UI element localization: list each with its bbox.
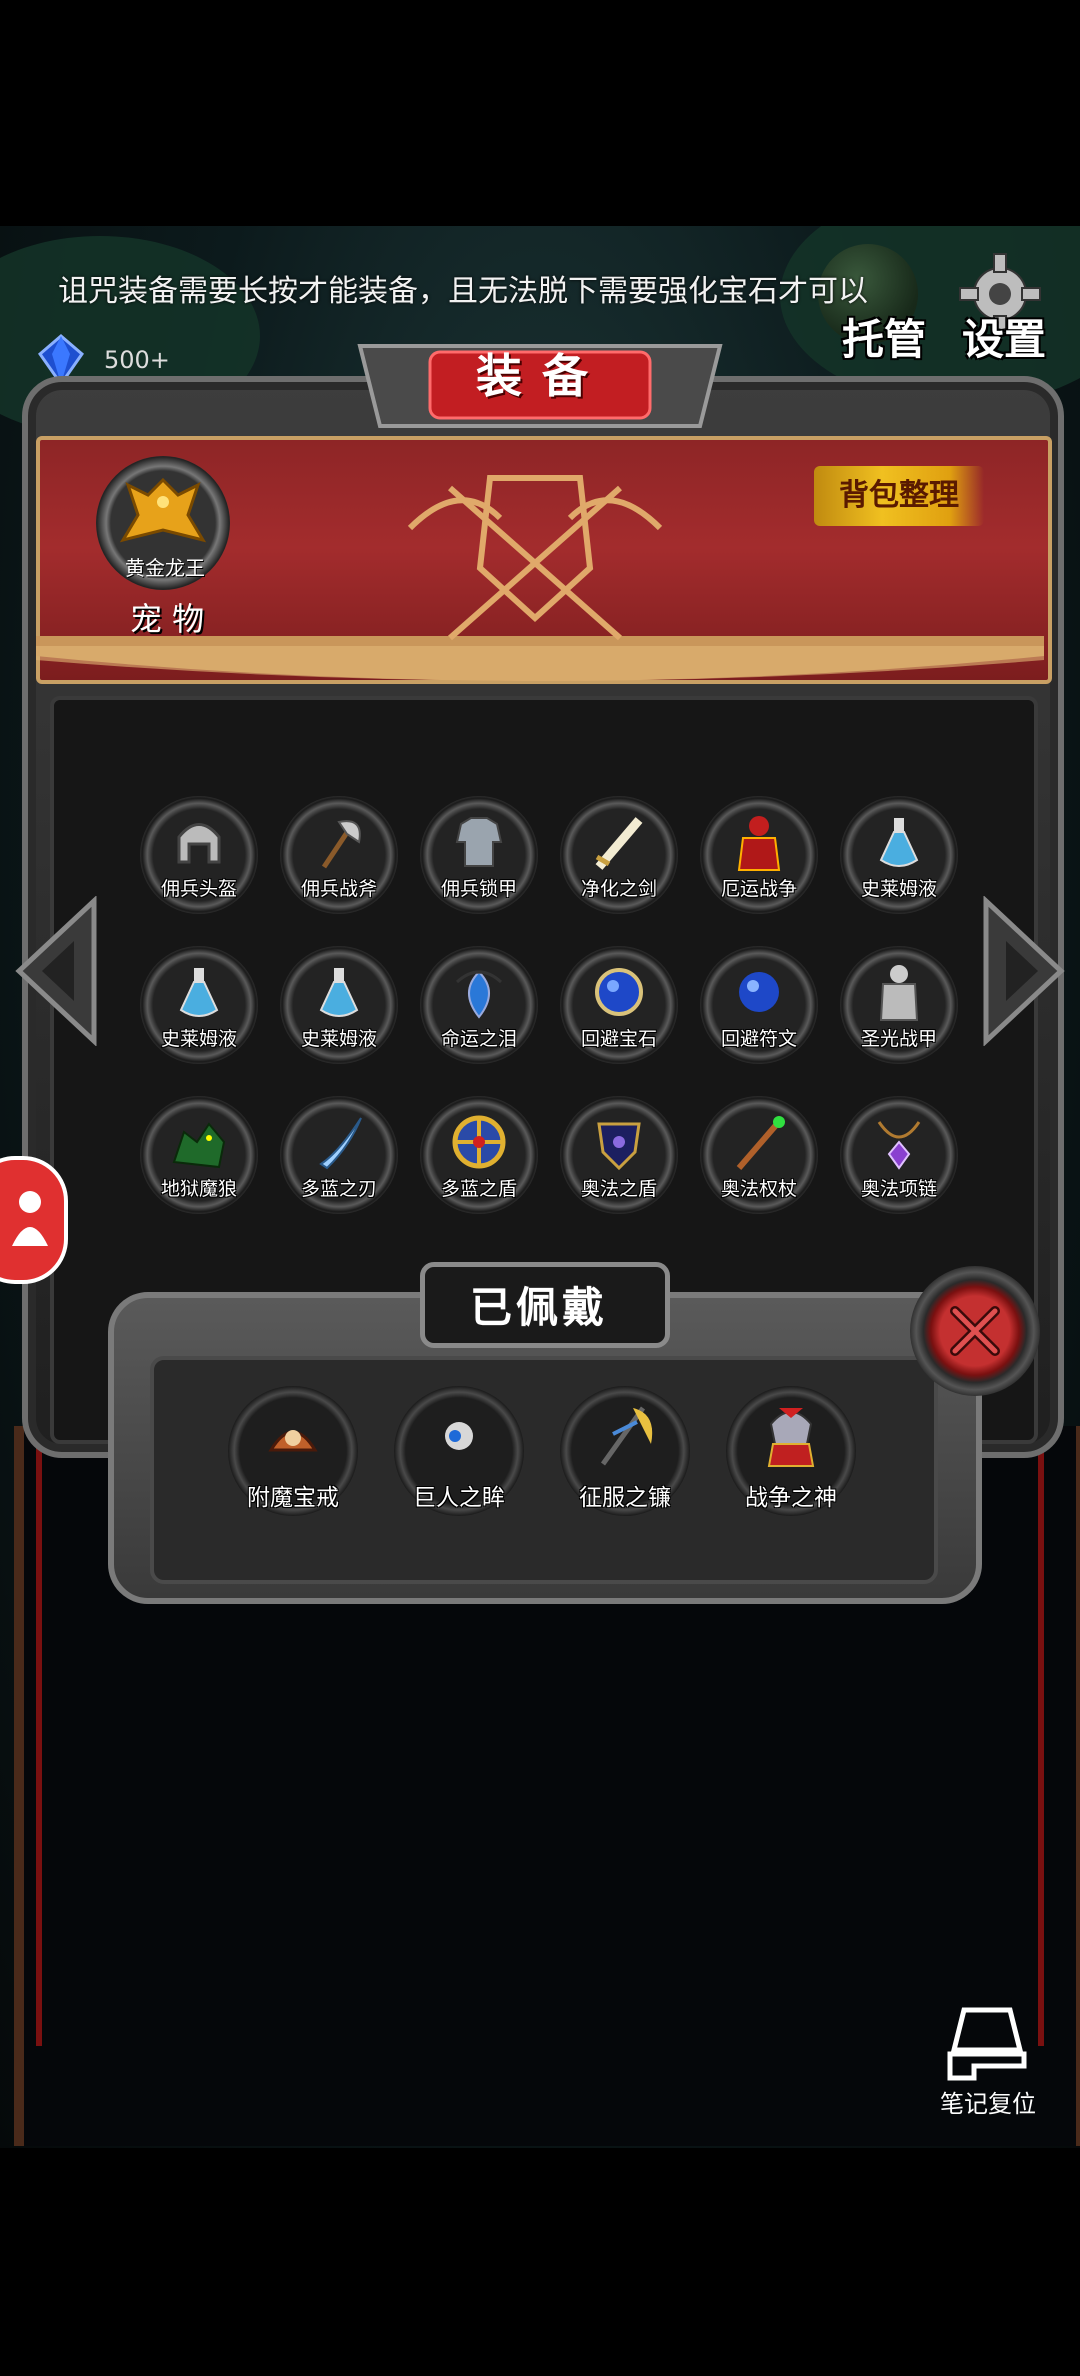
red-knight-icon bbox=[737, 816, 781, 871]
player-avatar-button[interactable] bbox=[0, 1156, 68, 1284]
inventory-item-label: 佣兵头盔 bbox=[160, 878, 237, 900]
close-icon bbox=[950, 1306, 1000, 1356]
helmet-icon bbox=[177, 823, 221, 864]
inventory-slot[interactable]: 厄运战争 bbox=[700, 796, 818, 914]
axe-icon bbox=[321, 820, 361, 869]
worn-item-label: 巨人之眸 bbox=[413, 1485, 505, 1511]
pet-name: 黄金龙王 bbox=[125, 556, 205, 580]
golden-dragon-icon bbox=[119, 477, 207, 543]
inventory-item-label: 厄运战争 bbox=[720, 878, 797, 900]
inventory-item-label: 回避符文 bbox=[720, 1028, 797, 1050]
worn-item-label: 征服之镰 bbox=[579, 1485, 671, 1511]
arrow-left-icon[interactable] bbox=[14, 896, 98, 1046]
inventory-slot[interactable]: 地狱魔狼 bbox=[140, 1096, 258, 1214]
lower-border-left bbox=[36, 1426, 42, 2046]
inventory-slot[interactable]: 多蓝之盾 bbox=[420, 1096, 538, 1214]
eye-icon bbox=[445, 1422, 473, 1450]
inventory-item-label: 奥法项链 bbox=[860, 1178, 937, 1200]
inventory-slot[interactable]: 净化之剑 bbox=[560, 796, 678, 914]
worn-slot[interactable]: 附魔宝戒 bbox=[228, 1386, 358, 1516]
inventory-item-label: 回避宝石 bbox=[580, 1028, 657, 1050]
inventory-item-label: 史莱姆液 bbox=[860, 878, 937, 900]
gem-count: 500+ bbox=[104, 346, 170, 374]
inventory-item-label: 圣光战甲 bbox=[860, 1028, 937, 1050]
inventory-slot[interactable]: 史莱姆液 bbox=[280, 946, 398, 1064]
inventory-item-label: 史莱姆液 bbox=[300, 1028, 377, 1050]
inventory-slot[interactable]: 回避宝石 bbox=[560, 946, 678, 1064]
sword-icon bbox=[595, 817, 643, 870]
notes-reset-label[interactable]: 笔记复位 bbox=[940, 2084, 1036, 2119]
sort-inventory-button[interactable]: 背包整理 bbox=[814, 466, 984, 526]
settings-button[interactable]: 设置 bbox=[962, 306, 1046, 367]
arcane-shield-icon bbox=[597, 1122, 641, 1171]
inventory-slot[interactable]: 奥法项链 bbox=[840, 1096, 958, 1214]
tear-amulet-icon bbox=[455, 970, 503, 1019]
inventory-slot[interactable]: 佣兵战斧 bbox=[280, 796, 398, 914]
inventory-item-label: 多蓝之刃 bbox=[300, 1178, 377, 1200]
inventory-slot[interactable]: 圣光战甲 bbox=[840, 946, 958, 1064]
scythe-icon bbox=[600, 1406, 653, 1466]
war-god-icon bbox=[767, 1408, 815, 1467]
inventory-item-label: 奥法之盾 bbox=[580, 1178, 657, 1200]
worn-slot[interactable]: 战争之神 bbox=[726, 1386, 856, 1516]
inventory-item-label: 地狱魔狼 bbox=[160, 1178, 237, 1200]
tip-text: 诅咒装备需要长按才能装备，且无法脱下需要强化宝石才可以 bbox=[58, 274, 868, 309]
potion-icon bbox=[319, 968, 359, 1017]
blue-gem-icon bbox=[595, 968, 643, 1016]
inventory-slot[interactable]: 佣兵锁甲 bbox=[420, 796, 538, 914]
close-button[interactable] bbox=[910, 1266, 1040, 1396]
inventory-item-label: 史莱姆液 bbox=[160, 1028, 237, 1050]
lower-border-right bbox=[1038, 1426, 1044, 2046]
inventory-slot[interactable]: 奥法权杖 bbox=[700, 1096, 818, 1214]
inventory-slot[interactable]: 奥法之盾 bbox=[560, 1096, 678, 1214]
staff-icon bbox=[736, 1116, 785, 1170]
wolf-icon bbox=[172, 1122, 226, 1169]
worn-item-label: 附魔宝戒 bbox=[247, 1485, 339, 1511]
inventory-item-label: 佣兵战斧 bbox=[300, 878, 377, 900]
inventory-slot[interactable]: 佣兵头盔 bbox=[140, 796, 258, 914]
inventory-item-label: 命运之泪 bbox=[440, 1028, 517, 1050]
worn-slot[interactable]: 巨人之眸 bbox=[394, 1386, 524, 1516]
worn-slot[interactable]: 征服之镰 bbox=[560, 1386, 690, 1516]
inventory-slot[interactable]: 回避符文 bbox=[700, 946, 818, 1064]
inventory-slot[interactable]: 多蓝之刃 bbox=[280, 1096, 398, 1214]
inventory-item-label: 多蓝之盾 bbox=[440, 1178, 517, 1200]
worn-title: 已佩戴 bbox=[470, 1283, 609, 1332]
worn-item-label: 战争之神 bbox=[745, 1485, 837, 1511]
potion-icon bbox=[179, 968, 219, 1017]
inventory-item-label: 奥法权杖 bbox=[720, 1178, 797, 1200]
ring-icon bbox=[268, 1430, 318, 1452]
potion-icon bbox=[879, 818, 919, 867]
auto-play-button[interactable]: 托管 bbox=[842, 306, 926, 367]
blade-icon bbox=[319, 1117, 362, 1170]
round-shield-icon bbox=[452, 1115, 506, 1169]
person-icon bbox=[12, 1191, 48, 1246]
crossed-swords-crest bbox=[407, 475, 663, 641]
arrow-right-icon[interactable] bbox=[982, 896, 1066, 1046]
armor-icon bbox=[879, 965, 919, 1021]
inventory-slot[interactable]: 史莱姆液 bbox=[840, 796, 958, 914]
game-viewport: 诅咒装备需要长按才能装备，且无法脱下需要强化宝石才可以 500+ 托管 设置 装… bbox=[0, 226, 1080, 2148]
pet-label: 宠 物 bbox=[130, 600, 205, 638]
inventory-item-label: 佣兵锁甲 bbox=[440, 878, 517, 900]
notes-reset-icon[interactable] bbox=[944, 2004, 1030, 2084]
inventory-item-label: 净化之剑 bbox=[580, 878, 657, 900]
inventory-slot[interactable]: 命运之泪 bbox=[420, 946, 538, 1064]
page-title: 装备 bbox=[476, 349, 608, 403]
chainmail-icon bbox=[455, 817, 503, 867]
inventory-slot[interactable]: 史莱姆液 bbox=[140, 946, 258, 1064]
necklace-icon bbox=[877, 1121, 921, 1170]
blue-rune-icon bbox=[739, 972, 779, 1012]
